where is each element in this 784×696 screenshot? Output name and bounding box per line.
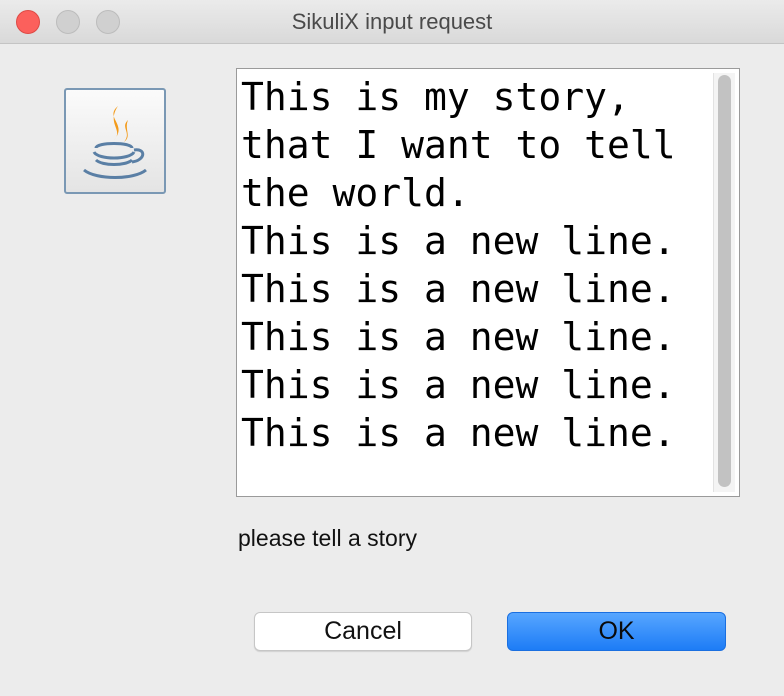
title-bar[interactable]: SikuliX input request [0, 0, 784, 44]
java-cup-icon [64, 88, 166, 194]
story-textarea[interactable]: This is my story, that I want to tell th… [241, 73, 707, 491]
cancel-button[interactable]: Cancel [254, 612, 472, 651]
ok-button[interactable]: OK [507, 612, 726, 651]
story-textarea-frame[interactable]: This is my story, that I want to tell th… [236, 68, 740, 497]
prompt-label: please tell a story [238, 525, 417, 551]
input-dialog-window: SikuliX input request This is my story, … [0, 0, 784, 696]
vertical-scrollbar[interactable] [713, 73, 735, 492]
window-title: SikuliX input request [291, 9, 493, 34]
scrollbar-thumb[interactable] [718, 75, 731, 487]
